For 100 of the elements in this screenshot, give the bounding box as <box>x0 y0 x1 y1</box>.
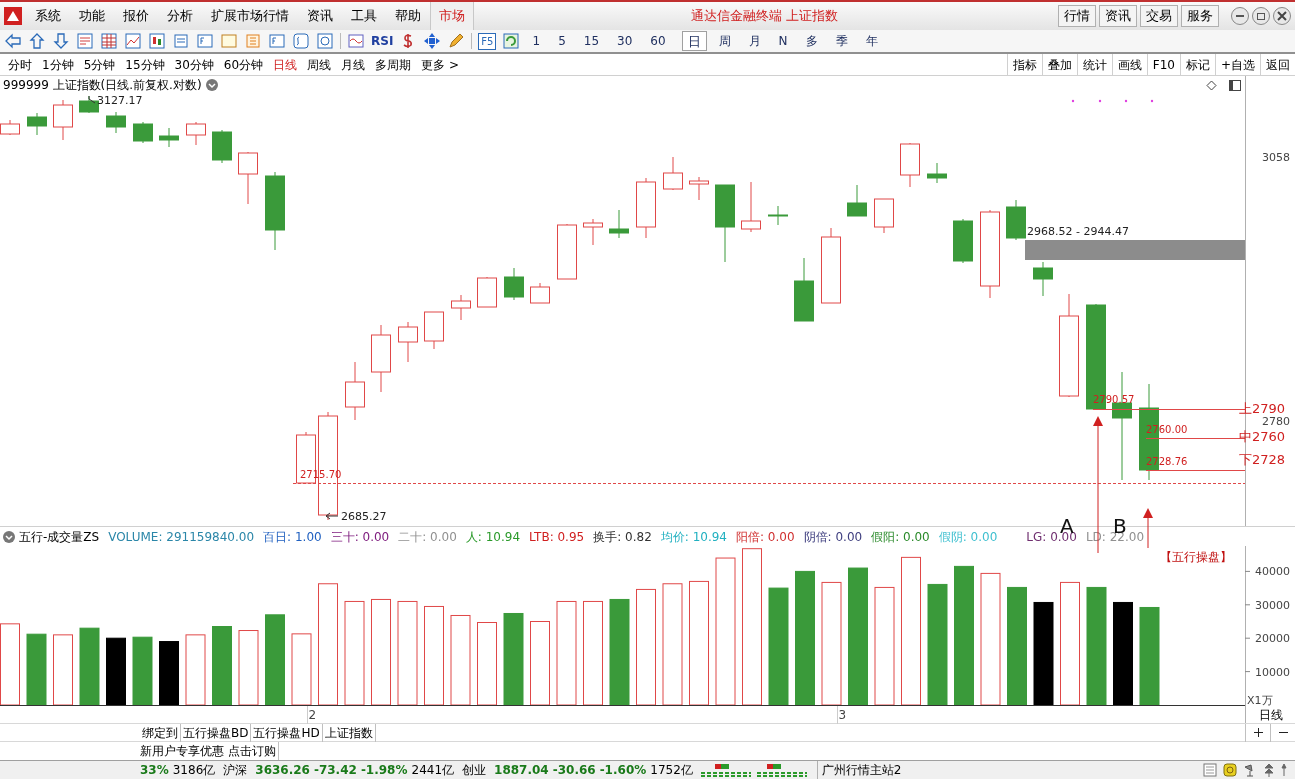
down-arrow-icon[interactable] <box>52 32 70 50</box>
period-tab[interactable]: 60分钟 <box>218 55 269 74</box>
period-button[interactable]: 5 <box>552 31 572 51</box>
volume-unit-label: X1万 <box>1247 694 1273 706</box>
line-chart-icon[interactable] <box>124 32 142 50</box>
tool-button[interactable]: +自选 <box>1214 53 1260 76</box>
period-button[interactable]: N <box>772 31 794 51</box>
period-tab[interactable]: 30分钟 <box>169 55 219 74</box>
tool-button[interactable]: F10 <box>1146 53 1180 76</box>
menu-item[interactable]: 扩展市场行情 <box>202 2 298 30</box>
candle <box>504 267 524 301</box>
back-arrow-icon[interactable] <box>4 32 22 50</box>
period-tab[interactable]: 周线 <box>302 55 337 74</box>
market-stat: -73.42 <box>313 762 357 779</box>
market-stat: 1887.04 <box>494 762 549 779</box>
candle <box>27 112 47 136</box>
level-tag: 上2790 <box>1239 401 1286 416</box>
menu-item[interactable]: 报价 <box>114 2 158 30</box>
period-button[interactable]: 周 <box>712 31 737 51</box>
period-button[interactable]: 多 <box>799 31 824 51</box>
menu-item[interactable]: 市场 <box>430 2 474 30</box>
candle <box>557 223 577 280</box>
function-key-icon[interactable] <box>196 32 214 50</box>
period-button[interactable]: 月 <box>742 31 767 51</box>
tool-button[interactable]: 统计 <box>1076 53 1112 76</box>
period-button[interactable]: 季 <box>829 31 854 51</box>
high-marker-arrow <box>88 95 96 104</box>
candle <box>847 184 867 217</box>
period-tab[interactable]: 多周期 <box>370 55 417 74</box>
nav-button[interactable]: 交易 <box>1140 5 1178 27</box>
candle <box>238 151 258 205</box>
tool-button[interactable]: 指标 <box>1006 53 1042 76</box>
diamond-icon[interactable] <box>1206 79 1217 91</box>
up-arrow-icon[interactable] <box>28 32 46 50</box>
dropdown-icon[interactable] <box>3 530 15 543</box>
move-arrows-icon[interactable] <box>423 32 442 50</box>
indicator-value: 阴倍: 0.00 <box>803 528 863 546</box>
indicator-value: 换手: 0.82 <box>593 528 652 546</box>
menu-item[interactable]: 分析 <box>158 2 202 30</box>
indicator-tab[interactable]: 上证指数 <box>322 723 376 742</box>
candlestick-icon[interactable] <box>148 32 166 50</box>
menu-item[interactable]: 功能 <box>70 2 114 30</box>
indicator-value: LTB: 0.95 <box>529 528 585 546</box>
period-tab[interactable]: 1分钟 <box>37 55 79 74</box>
period-tab[interactable]: 月线 <box>336 55 371 74</box>
signal-dot <box>1098 99 1102 103</box>
tool-button[interactable]: 返回 <box>1260 53 1295 76</box>
indicator-tab[interactable]: 绑定到 <box>140 723 181 742</box>
candle <box>398 321 418 363</box>
market-stat: 3186亿 <box>172 762 216 779</box>
period-tab[interactable]: 日线 <box>268 55 303 74</box>
pencil-icon[interactable] <box>447 32 466 50</box>
period-button[interactable]: 1 <box>526 31 547 51</box>
function-key-icon[interactable] <box>268 32 286 50</box>
period-button[interactable]: 60 <box>644 31 672 51</box>
panel-icon[interactable] <box>1229 79 1241 91</box>
f5-button[interactable]: F5 <box>478 32 497 50</box>
nav-button[interactable]: 资讯 <box>1099 5 1137 27</box>
rsi-button[interactable]: RSI <box>371 32 394 50</box>
period-tab[interactable]: 15分钟 <box>120 55 170 74</box>
signal-label: 【五行操盘】 <box>1160 550 1232 564</box>
menu-item[interactable]: 工具 <box>342 2 386 30</box>
period-button[interactable]: 15 <box>577 31 606 51</box>
period-button[interactable]: 日 <box>681 31 707 51</box>
candle <box>1033 261 1053 297</box>
indicator-tab[interactable]: 五行操盘HD <box>251 723 323 742</box>
volume-axis-label: 10000 <box>1255 665 1290 679</box>
nav-button[interactable]: 服务 <box>1181 5 1219 27</box>
dropdown-icon[interactable] <box>205 79 218 91</box>
coin-icon[interactable] <box>1223 763 1237 777</box>
period-button[interactable]: 30 <box>611 31 639 51</box>
market-stat: 3636.26 <box>255 762 310 779</box>
minimize-button[interactable] <box>1231 7 1249 25</box>
formula-icon[interactable] <box>292 32 310 50</box>
candle <box>530 282 550 304</box>
tool-button[interactable]: 叠加 <box>1041 53 1077 76</box>
indicator-value: 假阳: 0.00 <box>871 528 930 546</box>
candle <box>424 311 444 350</box>
tool-button[interactable]: 画线 <box>1111 53 1147 76</box>
menu-item[interactable]: 资讯 <box>298 2 342 30</box>
refresh-icon[interactable] <box>502 32 521 50</box>
period-tab[interactable]: 5分钟 <box>78 55 121 74</box>
up-arrow-icon[interactable] <box>1281 763 1287 777</box>
promo-link[interactable]: 新用户专享优惠 <box>140 742 228 760</box>
nav-button[interactable]: 行情 <box>1058 5 1096 27</box>
maximize-button[interactable] <box>1252 7 1270 25</box>
period-tab[interactable]: 分时 <box>3 55 37 74</box>
period-tab[interactable]: 更多 > <box>416 55 464 74</box>
indicator-tab[interactable]: 五行操盘BD <box>181 723 252 742</box>
menu-item[interactable]: 帮助 <box>386 2 430 30</box>
menu-item[interactable]: 系统 <box>26 2 70 30</box>
up-arrows-icon[interactable] <box>1263 763 1275 777</box>
close-icon <box>1277 11 1287 21</box>
close-button[interactable] <box>1273 7 1291 25</box>
period-button[interactable]: 年 <box>859 31 884 51</box>
wave-chart-icon[interactable] <box>347 32 365 50</box>
volume-axis-label: 30000 <box>1255 598 1290 612</box>
candle <box>794 257 814 322</box>
grid-icon[interactable] <box>100 32 118 50</box>
tool-button[interactable]: 标记 <box>1179 53 1215 76</box>
